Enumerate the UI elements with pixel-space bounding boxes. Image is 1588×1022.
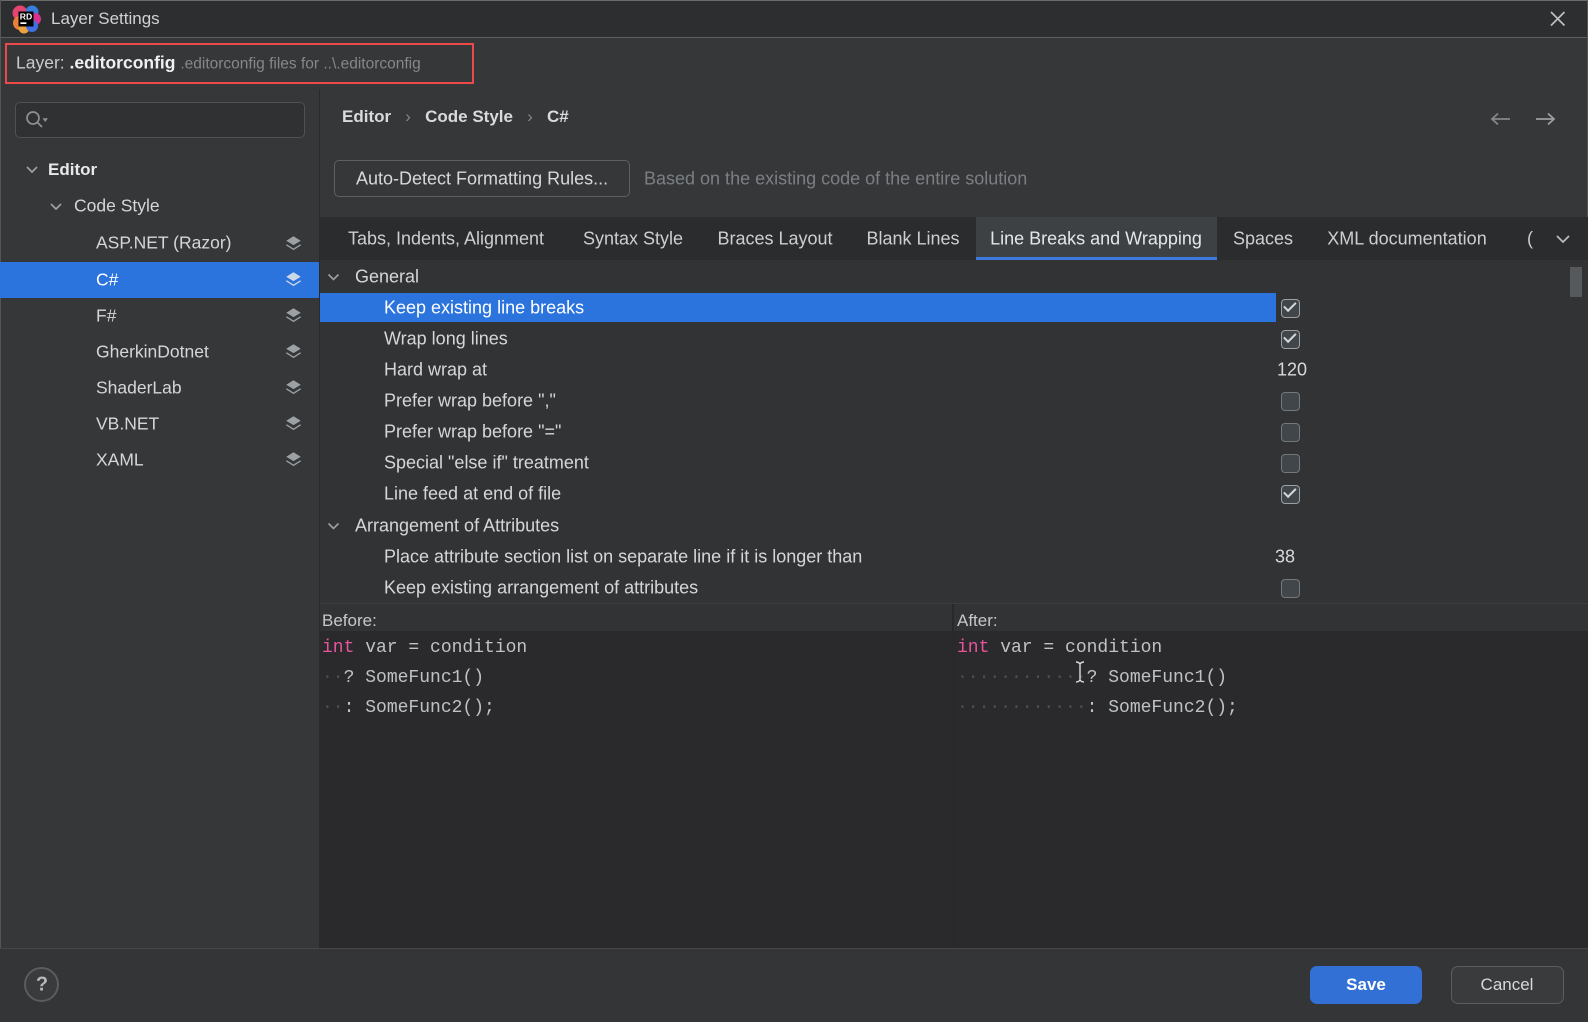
- svg-text:RD: RD: [20, 12, 32, 22]
